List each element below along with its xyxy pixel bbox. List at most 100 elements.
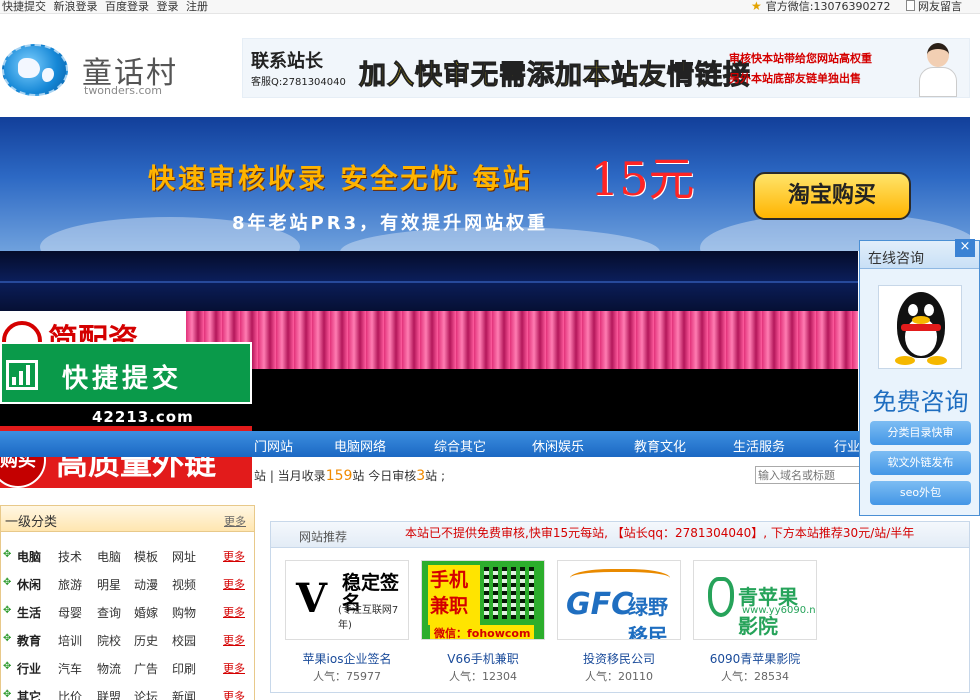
seo-outsourcing-button[interactable]: seo外包	[870, 481, 971, 505]
globe-icon	[2, 44, 68, 96]
site-logo[interactable]: 童话村 twonders.com	[0, 40, 220, 100]
main-banner[interactable]: 快速审核收录 安全无忧 每站 15元 8年老站PR3，有效提升网站权重 淘宝购买	[0, 117, 970, 251]
category-main[interactable]: 生活	[17, 604, 41, 621]
top-ad-banner[interactable]: 联系站长 客服Q:2781304040 加入快审无需添加本站友情链接 审核快本站…	[242, 38, 970, 98]
ad-contact: 联系站长 客服Q:2781304040	[251, 47, 355, 88]
category-sub[interactable]: 母婴	[58, 604, 82, 621]
nav-item-industry[interactable]: 行业	[834, 436, 860, 455]
category-sub[interactable]: 技术	[58, 548, 82, 565]
site-popularity: 人气：28534	[721, 670, 789, 683]
category-nav: 门网站 电脑网络 综合其它 休闲娱乐 教育文化 生活服务 行业	[0, 431, 860, 457]
quick-submit-ad[interactable]: 快捷提交	[0, 342, 252, 404]
site-name-link[interactable]: V66手机兼职	[421, 650, 545, 667]
category-sub[interactable]: 印刷	[172, 660, 196, 677]
nav-item-portal[interactable]: 门网站	[254, 436, 293, 455]
category-row-more[interactable]: 更多	[223, 660, 245, 676]
category-sub[interactable]: 视频	[172, 576, 196, 593]
qq-penguin-avatar[interactable]	[878, 285, 962, 369]
category-sub[interactable]: 电脑	[97, 548, 121, 565]
stats-mid: 站 今日审核	[352, 469, 417, 483]
close-icon[interactable]: ×	[955, 239, 975, 257]
category-box-title: 一级分类	[5, 515, 58, 530]
category-sub[interactable]: 查询	[97, 604, 121, 621]
login-link[interactable]: 登录	[157, 0, 179, 13]
consult-title: 在线咨询	[868, 251, 924, 267]
category-sub[interactable]: 模板	[134, 548, 158, 565]
category-main[interactable]: 电脑	[17, 548, 41, 565]
category-row-more[interactable]: 更多	[223, 688, 245, 700]
thumb-subtitle: (专注互联网7年)	[338, 605, 399, 631]
category-sub[interactable]: 论坛	[134, 688, 158, 700]
article-backlink-button[interactable]: 软文外链发布	[870, 451, 971, 475]
category-main[interactable]: 休闲	[17, 576, 41, 593]
stats-prefix: 站 | 当月收录	[254, 469, 326, 483]
category-box-header: 一级分类 更多	[1, 506, 254, 532]
nav-item-education[interactable]: 教育文化	[634, 436, 686, 455]
apple-icon	[708, 577, 734, 617]
nav-item-computer[interactable]: 电脑网络	[334, 436, 386, 455]
site-name-link[interactable]: 投资移民公司	[557, 650, 681, 667]
customer-service-person-image	[915, 41, 961, 97]
category-sub[interactable]: 婚嫁	[134, 604, 158, 621]
site-thumbnail[interactable]: 青苹果影院 www.yy6090.net	[693, 560, 817, 640]
thumb-subtitle: GFC	[566, 587, 634, 622]
site-name-link[interactable]: 6090青苹果影院	[693, 650, 817, 667]
ad-side-line-1: 审核快本站带给您网站高权重	[729, 52, 872, 65]
bullet-icon: ✥	[3, 605, 12, 616]
category-sub[interactable]: 网址	[172, 548, 196, 565]
baidu-login-link[interactable]: 百度登录	[105, 0, 149, 13]
site-popularity: 人气：75977	[313, 670, 381, 683]
document-icon	[906, 0, 915, 11]
category-row-more[interactable]: 更多	[223, 576, 245, 592]
category-sub[interactable]: 联盟	[97, 688, 121, 700]
category-main[interactable]: 教育	[17, 632, 41, 649]
bullet-icon: ✥	[3, 549, 12, 560]
category-more-link[interactable]: 更多	[224, 513, 246, 529]
category-sub[interactable]: 动漫	[134, 576, 158, 593]
category-sub[interactable]: 新闻	[172, 688, 196, 700]
bullet-icon: ✥	[3, 661, 12, 672]
category-sub[interactable]: 院校	[97, 632, 121, 649]
stats-month-count: 159	[325, 468, 353, 484]
category-sub[interactable]: 购物	[172, 604, 196, 621]
site-thumbnail[interactable]: 手机兼职 微信：fohowcom	[421, 560, 545, 640]
category-row: ✥ 休闲 旅游 明星 动漫 视频 更多	[1, 569, 256, 597]
category-sub[interactable]: 物流	[97, 660, 121, 677]
site-name-link[interactable]: 苹果ios企业签名	[285, 650, 409, 667]
ad-main-text: 加入快审无需添加本站友情链接	[359, 60, 751, 92]
nav-item-other[interactable]: 综合其它	[434, 436, 486, 455]
category-row: ✥ 教育 培训 院校 历史 校园 更多	[1, 625, 256, 653]
guestbook-link[interactable]: 网友留言	[918, 0, 962, 13]
category-main[interactable]: 其它	[17, 688, 41, 700]
stats-today-count: 3	[416, 468, 426, 484]
category-sub[interactable]: 校园	[172, 632, 196, 649]
category-sub[interactable]: 旅游	[58, 576, 82, 593]
category-sub[interactable]: 汽车	[58, 660, 82, 677]
register-link[interactable]: 注册	[186, 0, 208, 13]
quick-submit-link[interactable]: 快捷提交	[2, 0, 46, 13]
nav-item-life[interactable]: 生活服务	[733, 436, 785, 455]
qq-penguin-icon	[893, 292, 949, 366]
ad-side-line-2: 另外本站底部友链单独出售	[729, 72, 861, 85]
top-bar: 快捷提交 新浪登录 百度登录 登录 注册 ★ 官方微信:13076390272 网…	[0, 0, 980, 14]
domain-search-input[interactable]	[755, 466, 860, 484]
sina-login-link[interactable]: 新浪登录	[54, 0, 98, 13]
directory-review-button[interactable]: 分类目录快审	[870, 421, 971, 445]
category-row-more[interactable]: 更多	[223, 604, 245, 620]
star-icon: ★	[751, 0, 762, 13]
site-thumbnail[interactable]: V 稳定签名 (专注互联网7年)	[285, 560, 409, 640]
category-row-more[interactable]: 更多	[223, 548, 245, 564]
nav-item-leisure[interactable]: 休闲娱乐	[532, 436, 584, 455]
taobao-buy-button[interactable]: 淘宝购买	[753, 172, 911, 220]
category-row-more[interactable]: 更多	[223, 632, 245, 648]
category-sub[interactable]: 历史	[134, 632, 158, 649]
stats-suffix: 站 ;	[425, 469, 446, 483]
category-sub[interactable]: 明星	[97, 576, 121, 593]
site-thumbnail[interactable]: GFC 绿野移民	[557, 560, 681, 640]
dark-banner-strip[interactable]	[0, 251, 858, 311]
category-sub[interactable]: 广告	[134, 660, 158, 677]
recommended-sites-box: 网站推荐 本站已不提供免费审核,快审15元每站, 【站长qq：278130404…	[270, 521, 970, 693]
category-main[interactable]: 行业	[17, 660, 41, 677]
category-sub[interactable]: 培训	[58, 632, 82, 649]
category-sub[interactable]: 比价	[58, 688, 82, 700]
